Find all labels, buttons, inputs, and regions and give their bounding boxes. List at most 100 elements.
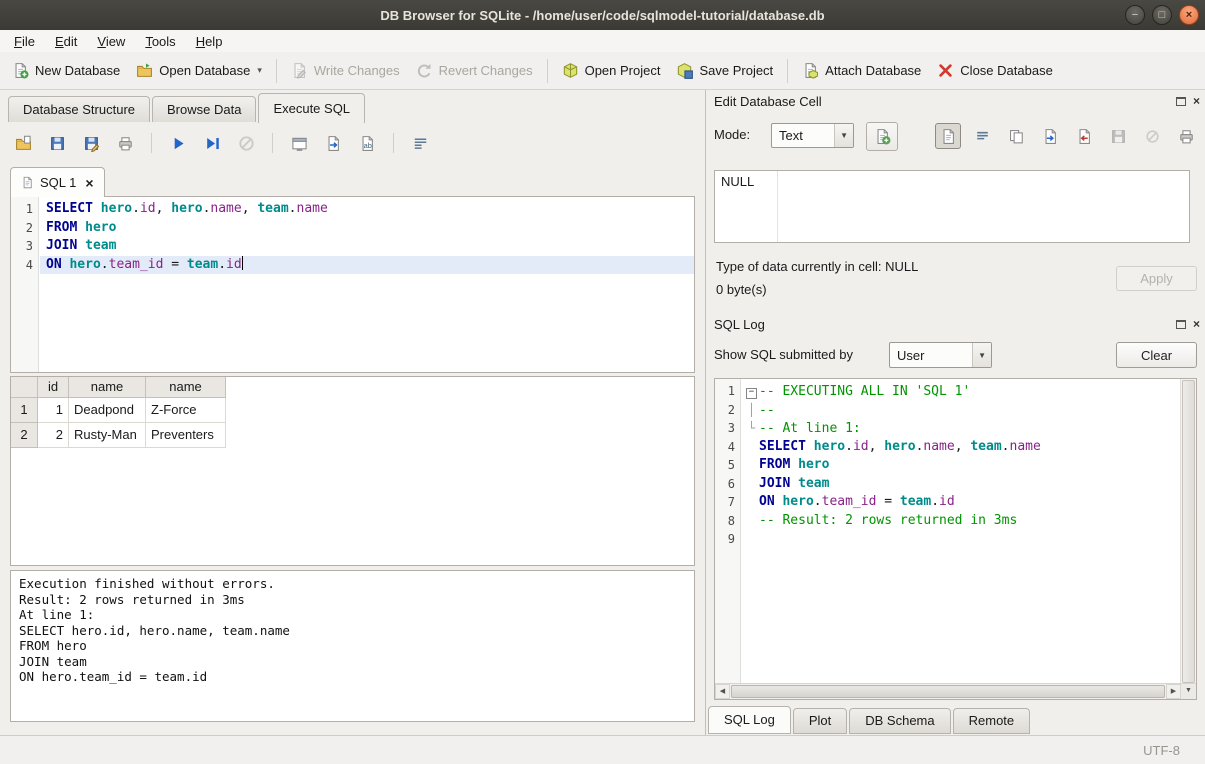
write-changes-button: Write Changes bbox=[283, 56, 408, 85]
save-sql-as-button[interactable] bbox=[78, 130, 104, 156]
menu-file[interactable]: File bbox=[4, 32, 45, 51]
log-line-numbers: 123456789 bbox=[715, 379, 741, 684]
close-database-button[interactable]: Close Database bbox=[929, 56, 1061, 85]
save-project-button[interactable]: Save Project bbox=[668, 56, 781, 85]
execute-current-line-button[interactable] bbox=[199, 130, 225, 156]
column-header-1[interactable]: name bbox=[69, 377, 146, 398]
export-data-button[interactable] bbox=[1071, 123, 1097, 149]
tab-execute-sql[interactable]: Execute SQL bbox=[258, 93, 365, 123]
cell-editor[interactable]: NULL bbox=[714, 170, 1190, 243]
edit-cell-header: Edit Database Cell × bbox=[714, 94, 1200, 112]
close-button[interactable]: × bbox=[1179, 5, 1199, 25]
execute-all-button[interactable] bbox=[165, 130, 191, 156]
text-view-button[interactable] bbox=[935, 123, 961, 149]
cell-size-info: 0 byte(s) bbox=[716, 282, 767, 297]
output-line: JOIN team bbox=[19, 654, 686, 670]
close-panel-icon[interactable]: × bbox=[1193, 319, 1200, 329]
cell[interactable]: Z-Force bbox=[146, 398, 226, 423]
menu-edit[interactable]: Edit bbox=[45, 32, 87, 51]
scrollbar-thumb[interactable] bbox=[1182, 380, 1195, 683]
line-number: 2 bbox=[715, 401, 740, 420]
cell-value: NULL bbox=[721, 174, 754, 189]
dock-tab-sql-log[interactable]: SQL Log bbox=[708, 706, 791, 734]
output-line: Execution finished without errors. bbox=[19, 576, 686, 592]
cell[interactable]: 2 bbox=[38, 423, 69, 448]
text-cursor bbox=[242, 256, 244, 270]
apply-button: Apply bbox=[1116, 266, 1197, 291]
chevron-down-icon[interactable]: ▾ bbox=[257, 65, 262, 76]
save-sql-file-button[interactable] bbox=[44, 130, 70, 156]
scroll-left-icon[interactable]: ◀ bbox=[715, 684, 730, 699]
auto-format-button[interactable] bbox=[866, 122, 898, 151]
find-replace-button[interactable]: ab bbox=[354, 130, 380, 156]
word-wrap-list-button[interactable] bbox=[407, 130, 433, 156]
output-line: At line 1: bbox=[19, 607, 686, 623]
write-changes-icon bbox=[291, 62, 308, 79]
log-line-3: └-- At line 1: bbox=[742, 419, 1181, 438]
menu-help[interactable]: Help bbox=[186, 32, 233, 51]
scrollbar-thumb[interactable] bbox=[731, 685, 1165, 698]
cell[interactable]: 1 bbox=[38, 398, 69, 423]
tab-sql-1[interactable]: SQL 1 × bbox=[10, 167, 105, 197]
scroll-right-icon[interactable]: ▶ bbox=[1166, 684, 1181, 699]
cell[interactable]: Preventers bbox=[146, 423, 226, 448]
tab-browse-data[interactable]: Browse Data bbox=[152, 96, 256, 122]
export-query-button[interactable] bbox=[320, 130, 346, 156]
vertical-scrollbar[interactable] bbox=[1180, 379, 1196, 684]
toolbar-separator bbox=[393, 133, 394, 153]
editor-line-2: FROM hero bbox=[40, 219, 694, 238]
horizontal-scrollbar[interactable]: ◀ ▶ bbox=[715, 683, 1181, 699]
print-button[interactable] bbox=[112, 130, 138, 156]
editor-code[interactable]: SELECT hero.id, hero.name, team.nameFROM… bbox=[40, 197, 694, 372]
edit-cell-title: Edit Database Cell bbox=[714, 94, 822, 109]
attach-database-button[interactable]: Attach Database bbox=[794, 56, 929, 85]
dock-tab-db-schema[interactable]: DB Schema bbox=[849, 708, 950, 734]
print-cell-button[interactable] bbox=[1173, 123, 1199, 149]
cell[interactable]: Deadpond bbox=[69, 398, 146, 423]
open-project-icon bbox=[562, 62, 579, 79]
column-header-2[interactable]: name bbox=[146, 377, 226, 398]
toolbar-separator bbox=[787, 59, 788, 83]
cell[interactable]: Rusty-Man bbox=[69, 423, 146, 448]
float-panel-icon[interactable] bbox=[1176, 320, 1186, 329]
line-number: 2 bbox=[11, 219, 38, 238]
row-number[interactable]: 2 bbox=[11, 423, 38, 448]
import-data-button[interactable] bbox=[1037, 123, 1063, 149]
table-row: 22Rusty-ManPreventers bbox=[11, 423, 694, 448]
output-line: Result: 2 rows returned in 3ms bbox=[19, 592, 686, 608]
dock-tab-plot[interactable]: Plot bbox=[793, 708, 847, 734]
sql-tab-bar: SQL 1 × bbox=[10, 167, 105, 197]
maximize-button[interactable]: □ bbox=[1152, 5, 1172, 25]
sql-tab-label: SQL 1 bbox=[40, 175, 76, 190]
new-database-button[interactable]: New Database bbox=[4, 56, 128, 85]
dock-tab-remote[interactable]: Remote bbox=[953, 708, 1031, 734]
close-database-icon bbox=[937, 62, 954, 79]
fold-minus-icon[interactable]: − bbox=[744, 382, 759, 401]
column-header-0[interactable]: id bbox=[38, 377, 69, 398]
sql-source-select[interactable]: User ▼ bbox=[889, 342, 992, 368]
open-sql-file-button[interactable] bbox=[10, 130, 36, 156]
new-query-tab-button[interactable] bbox=[286, 130, 312, 156]
mode-select[interactable]: Text ▼ bbox=[771, 123, 854, 148]
editor-line-numbers: 1234 bbox=[11, 197, 39, 372]
minimize-button[interactable]: − bbox=[1125, 5, 1145, 25]
scroll-down-icon[interactable]: ▼ bbox=[1180, 683, 1196, 699]
menu-view[interactable]: View bbox=[87, 32, 135, 51]
close-tab-icon[interactable]: × bbox=[85, 175, 93, 191]
filter-value: User bbox=[897, 348, 924, 363]
menu-tools[interactable]: Tools bbox=[135, 32, 185, 51]
binary-view-button[interactable] bbox=[969, 123, 995, 149]
editor-line-3: JOIN team bbox=[40, 237, 694, 256]
open-database-button[interactable]: Open Database▾ bbox=[128, 56, 270, 85]
copy-data-button[interactable] bbox=[1003, 123, 1029, 149]
open-project-button[interactable]: Open Project bbox=[554, 56, 669, 85]
log-line-1: −-- EXECUTING ALL IN 'SQL 1' bbox=[742, 382, 1181, 401]
float-panel-icon[interactable] bbox=[1176, 97, 1186, 106]
sql-editor[interactable]: 1234 SELECT hero.id, hero.name, team.nam… bbox=[10, 196, 695, 373]
close-panel-icon[interactable]: × bbox=[1193, 96, 1200, 106]
tab-database-structure[interactable]: Database Structure bbox=[8, 96, 150, 122]
row-number[interactable]: 1 bbox=[11, 398, 38, 423]
clear-button[interactable]: Clear bbox=[1116, 342, 1197, 368]
line-number: 1 bbox=[11, 200, 38, 219]
filter-label: Show SQL submitted by bbox=[714, 347, 853, 362]
